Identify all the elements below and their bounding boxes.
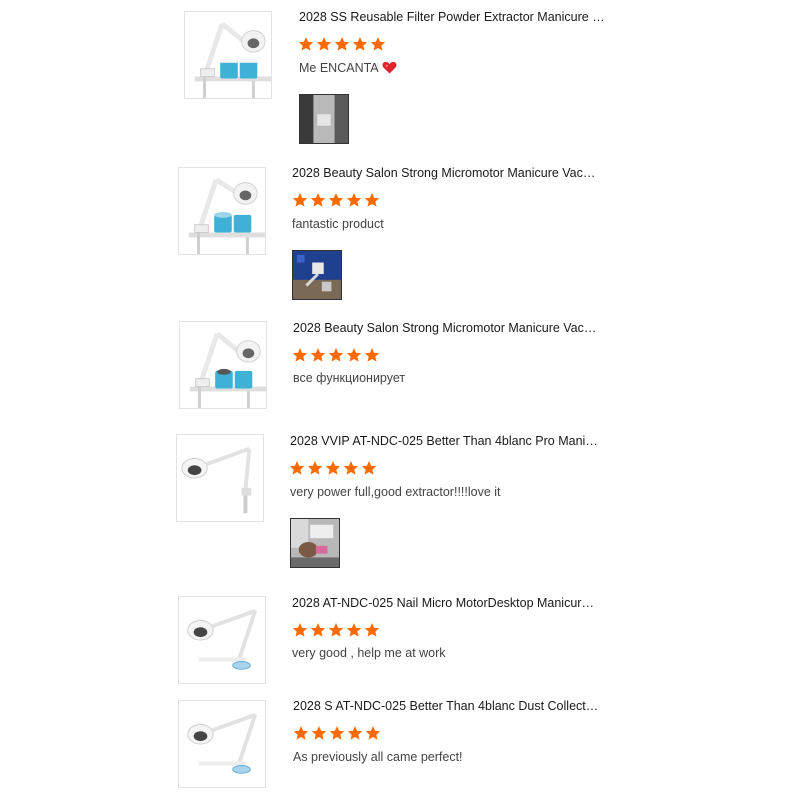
review-comment: As previously all came perfect! (293, 750, 463, 764)
star-icon (364, 623, 380, 637)
star-icon (292, 348, 308, 362)
star-icon (329, 726, 345, 740)
star-icon (289, 461, 305, 475)
product-thumbnail[interactable] (184, 11, 272, 99)
extractor-product-image (185, 12, 271, 98)
star-icon (328, 623, 344, 637)
star-rating (298, 36, 386, 52)
review-photo-image (293, 251, 341, 299)
star-icon (293, 726, 309, 740)
product-thumbnail[interactable] (178, 700, 266, 788)
star-icon (365, 726, 381, 740)
star-icon (346, 623, 362, 637)
star-icon (346, 193, 362, 207)
product-title[interactable]: 2028 Beauty Salon Strong Micromotor Mani… (293, 320, 601, 336)
review-photo[interactable] (299, 94, 349, 144)
extractor-product-image (180, 322, 266, 408)
product-thumbnail[interactable] (178, 596, 266, 684)
star-rating (292, 192, 380, 208)
star-rating (292, 347, 380, 363)
star-icon (370, 37, 386, 51)
star-icon (352, 37, 368, 51)
star-icon (310, 348, 326, 362)
heart-icon (382, 61, 397, 74)
star-icon (292, 623, 308, 637)
product-thumbnail[interactable] (179, 321, 267, 409)
product-thumbnail[interactable] (178, 167, 266, 255)
extractor-product-image (179, 168, 265, 254)
product-title[interactable]: 2028 AT-NDC-025 Nail Micro MotorDesktop … (292, 595, 600, 611)
star-icon (325, 461, 341, 475)
review-comment: very power full,good extractor!!!!love i… (290, 485, 501, 499)
star-icon (310, 623, 326, 637)
star-icon (347, 726, 363, 740)
review-comment: Me ENCANTA (299, 60, 397, 76)
star-icon (311, 726, 327, 740)
lamp-extractor-product-image (177, 435, 263, 521)
star-icon (334, 37, 350, 51)
product-thumbnail[interactable] (176, 434, 264, 522)
review-comment: very good , help me at work (292, 646, 446, 660)
product-title[interactable]: 2028 VVIP AT-NDC-025 Better Than 4blanc … (290, 433, 598, 449)
lamp-extractor-product-image (179, 597, 265, 683)
product-title[interactable]: 2028 SS Reusable Filter Powder Extractor… (299, 9, 607, 25)
review-comment: fantastic product (292, 217, 384, 231)
review-photo-image (291, 519, 339, 567)
star-icon (298, 37, 314, 51)
review-comment: все функционирует (293, 371, 406, 385)
product-title[interactable]: 2028 S AT-NDC-025 Better Than 4blanc Dus… (293, 698, 601, 714)
star-icon (292, 193, 308, 207)
star-icon (364, 348, 380, 362)
star-icon (343, 461, 359, 475)
star-icon (310, 193, 326, 207)
star-icon (307, 461, 323, 475)
star-rating (292, 622, 380, 638)
product-title[interactable]: 2028 Beauty Salon Strong Micromotor Mani… (292, 165, 600, 181)
star-icon (328, 348, 344, 362)
review-comment-text: Me ENCANTA (299, 61, 379, 75)
star-icon (364, 193, 380, 207)
review-photo[interactable] (292, 250, 342, 300)
lamp-extractor-product-image (179, 701, 265, 787)
star-icon (361, 461, 377, 475)
star-rating (289, 460, 377, 476)
review-photo[interactable] (290, 518, 340, 568)
star-icon (346, 348, 362, 362)
star-rating (293, 725, 381, 741)
star-icon (328, 193, 344, 207)
review-photo-image (300, 95, 348, 143)
star-icon (316, 37, 332, 51)
